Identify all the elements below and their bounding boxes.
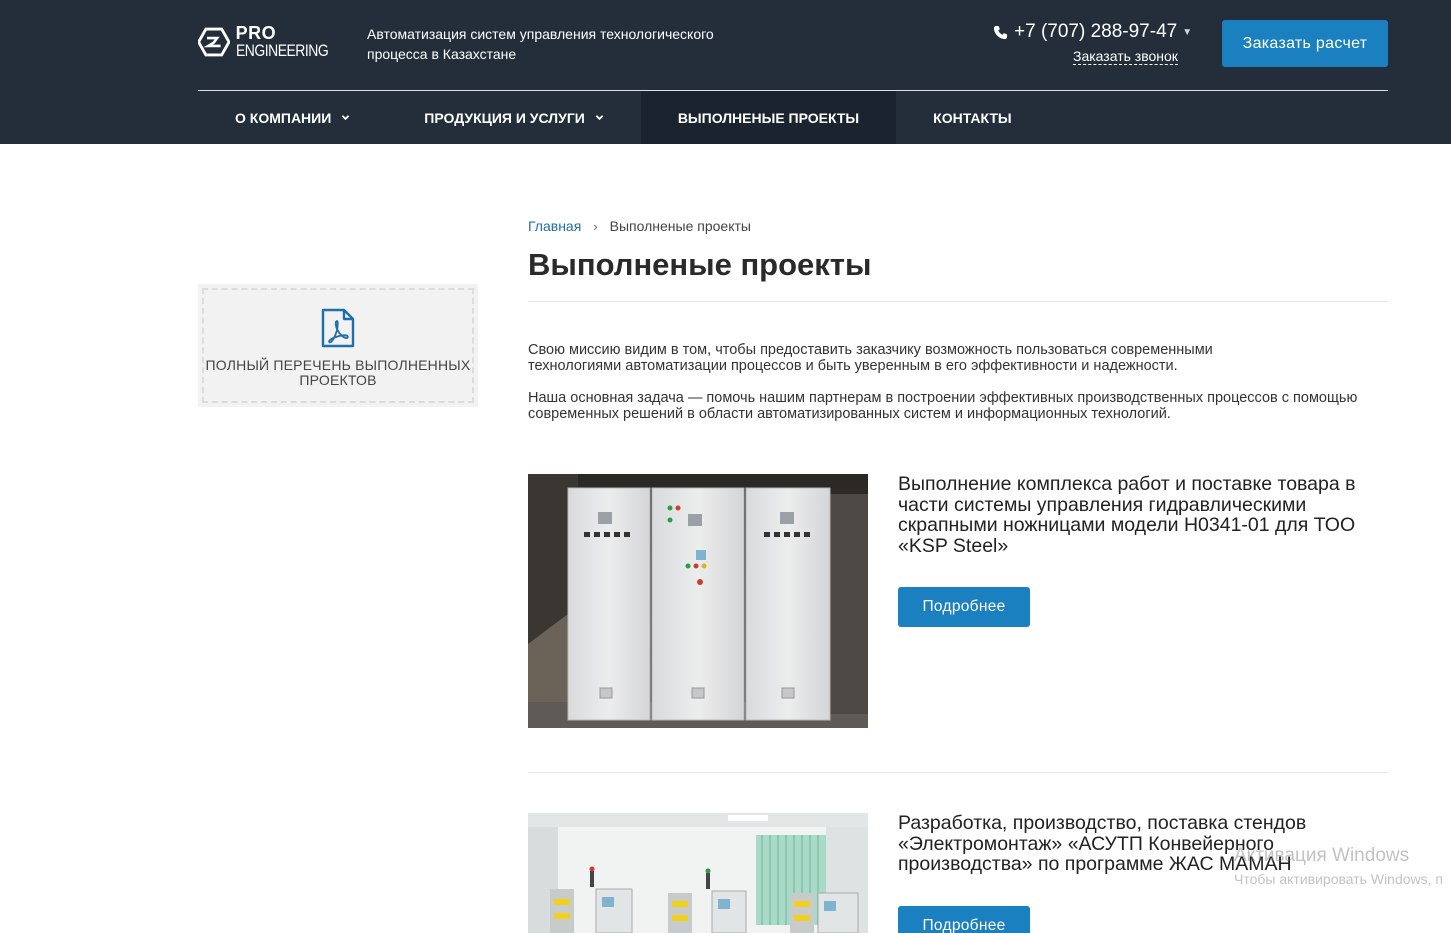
- chevron-down-icon: [342, 115, 350, 121]
- site-header: PRO ENGINEERING Автоматизация систем упр…: [0, 0, 1451, 144]
- nav-item-label: О КОМПАНИИ: [235, 109, 332, 126]
- breadcrumb-home-link[interactable]: Главная: [528, 218, 581, 234]
- main-nav: О КОМПАНИИ ПРОДУКЦИЯ И УСЛУГИ ВЫПОЛНЕНЫЕ…: [198, 91, 1049, 144]
- intro-paragraph-2: Наша основная задача — помочь нашим парт…: [528, 390, 1358, 422]
- watermark-title: Активация Windows: [1234, 845, 1410, 866]
- phone-number: +7 (707) 288-97-47: [1014, 21, 1178, 42]
- logo-line-1: PRO: [235, 23, 277, 43]
- page-title: Выполненые проекты: [528, 247, 872, 282]
- windows-activation-watermark: Активация Windows Чтобы активировать Win…: [1234, 845, 1443, 887]
- project-image[interactable]: [528, 474, 868, 728]
- intro-paragraph-1: Свою миссию видим в том, чтобы предостав…: [528, 342, 1213, 374]
- project-details-button[interactable]: Подробнее: [898, 906, 1030, 933]
- project-title[interactable]: Выполнение комплекса работ и поставке то…: [898, 474, 1393, 556]
- pdf-file-icon: [321, 308, 355, 348]
- breadcrumb: Главная › Выполненые проекты: [528, 218, 751, 234]
- project-divider: [528, 772, 1388, 773]
- breadcrumb-separator: ›: [593, 218, 598, 234]
- project-image[interactable]: [528, 813, 868, 933]
- nav-item-about[interactable]: О КОМПАНИИ: [198, 91, 387, 144]
- pdf-download-card[interactable]: ПОЛНЫЙ ПЕРЕЧЕНЬ ВЫПОЛНЕННЫХ ПРОЕКТОВ: [198, 284, 478, 407]
- pdf-card-inner: ПОЛНЫЙ ПЕРЕЧЕНЬ ВЫПОЛНЕННЫХ ПРОЕКТОВ: [202, 288, 474, 403]
- nav-item-label: КОНТАКТЫ: [933, 109, 1012, 126]
- title-divider: [528, 301, 1388, 302]
- training-stands-photo: [528, 813, 868, 933]
- contact-block: +7 (707) 288-97-47 ▼ Заказать звонок: [993, 21, 1193, 65]
- logo-mark-icon: [198, 27, 230, 57]
- phone-icon: [993, 25, 1008, 39]
- nav-item-projects[interactable]: ВЫПОЛНЕНЫЕ ПРОЕКТЫ: [640, 91, 897, 144]
- pdf-card-label: ПОЛНЫЙ ПЕРЕЧЕНЬ ВЫПОЛНЕННЫХ ПРОЕКТОВ: [205, 357, 471, 388]
- caret-down-icon: ▼: [1182, 26, 1193, 38]
- nav-item-label: ВЫПОЛНЕНЫЕ ПРОЕКТЫ: [677, 109, 860, 126]
- phone-dropdown[interactable]: +7 (707) 288-97-47 ▼: [993, 21, 1193, 43]
- project-details-button[interactable]: Подробнее: [898, 587, 1030, 627]
- callback-link[interactable]: Заказать звонок: [1073, 48, 1178, 65]
- electrical-cabinet-photo: [528, 474, 868, 728]
- nav-item-label: ПРОДУКЦИЯ И УСЛУГИ: [424, 109, 585, 126]
- watermark-subtitle: Чтобы активировать Windows, п: [1234, 871, 1443, 887]
- logo-text: PRO ENGINEERING: [235, 23, 348, 60]
- order-estimate-button[interactable]: Заказать расчет: [1222, 20, 1388, 67]
- nav-item-contacts[interactable]: КОНТАКТЫ: [896, 91, 1048, 144]
- nav-item-products[interactable]: ПРОДУКЦИЯ И УСЛУГИ: [387, 91, 641, 144]
- project-card: Выполнение комплекса работ и поставке то…: [528, 474, 1388, 734]
- intro-text: Свою миссию видим в том, чтобы предостав…: [528, 342, 1388, 438]
- logo[interactable]: PRO ENGINEERING: [198, 16, 348, 68]
- logo-line-2: ENGINEERING: [235, 41, 329, 60]
- chevron-down-icon: [595, 115, 604, 121]
- breadcrumb-current: Выполненые проекты: [609, 218, 751, 234]
- site-tagline: Автоматизация систем управления технолог…: [367, 26, 714, 62]
